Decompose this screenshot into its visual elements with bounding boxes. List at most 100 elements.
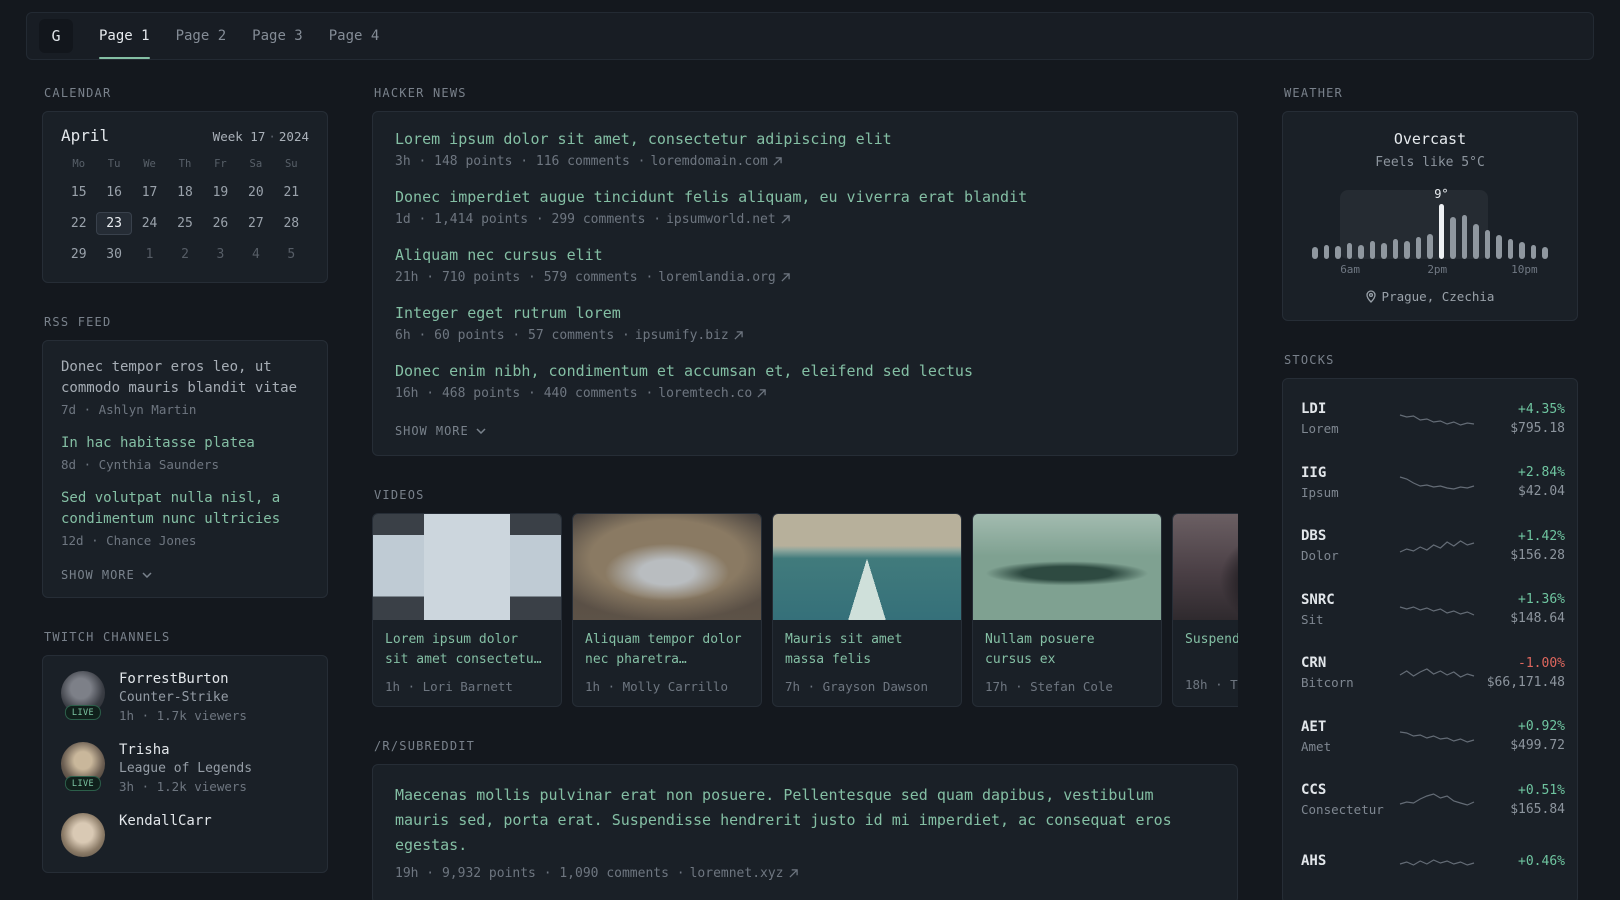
video-meta: 7h · Grayson Dawson <box>785 679 928 695</box>
rss-show-more-button[interactable]: SHOW MORE <box>61 568 152 582</box>
external-link-icon <box>757 389 766 398</box>
stock-row[interactable]: CRN Bitcorn -1.00% $66,171.48 <box>1301 641 1565 705</box>
weather-widget-title: WEATHER <box>1284 86 1343 100</box>
video-title[interactable]: Mauris sit amet massa felis <box>773 620 961 670</box>
hackernews-item-title[interactable]: Donec imperdiet augue tincidunt felis al… <box>395 188 1215 206</box>
tab-page-2[interactable]: Page 2 <box>176 20 227 52</box>
subreddit-widget: /R/SUBREDDIT Maecenas mollis pulvinar er… <box>372 739 1238 900</box>
weather-card: Overcast Feels like 5°C 9° 6am 2pm 10pm <box>1282 111 1578 321</box>
video-thumbnail[interactable] <box>373 514 561 620</box>
stocks-card: LDI Lorem +4.35% $795.18 IIG Ipsum +2.84… <box>1282 378 1578 900</box>
rss-item-title[interactable]: Donec tempor eros leo, ut commodo mauris… <box>61 357 309 399</box>
hackernews-show-more-button[interactable]: SHOW MORE <box>395 424 486 438</box>
videos-row: Lorem ipsum dolor sit amet consectetu… 1… <box>372 513 1238 708</box>
twitch-channel-row[interactable]: KendallCarr <box>61 813 309 857</box>
subreddit-meta-text: 19h · 9,932 points · 1,090 comments · <box>395 865 685 881</box>
calendar-day: 30 <box>106 247 122 262</box>
video-thumbnail[interactable] <box>773 514 961 620</box>
stock-price: $156.28 <box>1510 547 1565 563</box>
hackernews-item-meta: 3h · 148 points · 116 comments · loremdo… <box>395 154 1215 169</box>
stock-change: +2.84% <box>1518 465 1565 481</box>
stock-row[interactable]: AET Amet +0.92% $499.72 <box>1301 705 1565 769</box>
hackernews-source-link[interactable]: ipsumworld.net <box>666 212 776 227</box>
video-meta: 1h · Lori Barnett <box>385 679 513 695</box>
calendar-day: 5 <box>287 247 296 262</box>
stock-name: Lorem <box>1301 421 1339 437</box>
weather-bar <box>1473 224 1479 259</box>
weather-bar <box>1484 230 1491 259</box>
video-title[interactable]: Lorem ipsum dolor sit amet consectetu… <box>373 620 561 670</box>
stock-info: CCS Consectetur <box>1301 782 1399 817</box>
hackernews-item-title[interactable]: Lorem ipsum dolor sit amet, consectetur … <box>395 130 1215 148</box>
twitch-avatar-wrap: LIVE <box>61 742 105 791</box>
hackernews-source-link[interactable]: loremlandia.org <box>658 270 775 285</box>
rss-item: Donec tempor eros leo, ut commodo mauris… <box>61 357 309 417</box>
rss-item-title[interactable]: Sed volutpat nulla nisl, a condimentum n… <box>61 488 309 530</box>
stock-row[interactable]: CCS Consectetur +0.51% $165.84 <box>1301 768 1565 832</box>
middle-column: HACKER NEWS Lorem ipsum dolor sit amet, … <box>372 86 1238 900</box>
stock-info: LDI Lorem <box>1301 401 1399 436</box>
weather-bar <box>1335 246 1341 259</box>
video-card: Suspendisse diam 18h · Tara <box>1172 513 1238 708</box>
external-link-icon <box>773 157 782 166</box>
video-title[interactable]: Nullam posuere cursus ex <box>973 620 1161 670</box>
tab-page-4[interactable]: Page 4 <box>329 20 380 52</box>
stock-values: -1.00% $66,171.48 <box>1475 656 1565 690</box>
video-meta: 17h · Stefan Cole <box>985 679 1113 695</box>
left-column: CALENDAR April Week 17 · 2024 Mo Tu We Th … <box>42 86 328 900</box>
stock-row[interactable]: SNRC Sit +1.36% $148.64 <box>1301 578 1565 642</box>
video-card: Lorem ipsum dolor sit amet consectetu… 1… <box>372 513 562 708</box>
subreddit-post-meta: 19h · 9,932 points · 1,090 comments · lo… <box>395 866 1215 881</box>
rss-widget-title: RSS FEED <box>44 315 112 329</box>
calendar-grid: Mo Tu We Th Fr Sa Su 15 16 17 18 19 20 2… <box>61 158 309 266</box>
calendar-day: 19 <box>212 185 229 200</box>
calendar-day: 2 <box>181 247 189 262</box>
weather-feels-like: Feels like 5°C <box>1375 155 1485 170</box>
stock-name: Ipsum <box>1301 484 1339 500</box>
calendar-dow: We <box>143 158 156 170</box>
tab-page-3[interactable]: Page 3 <box>252 20 303 52</box>
video-thumbnail[interactable] <box>1173 514 1238 620</box>
stock-row[interactable]: DBS Dolor +1.42% $156.28 <box>1301 514 1565 578</box>
hackernews-item-title[interactable]: Donec enim nibh, condimentum et accumsan… <box>395 362 1215 380</box>
twitch-avatar-wrap <box>61 813 105 857</box>
calendar-card: April Week 17 · 2024 Mo Tu We Th Fr Sa Su … <box>42 111 328 283</box>
video-card: Aliquam tempor dolor nec pharetra… 1h · … <box>572 513 762 708</box>
stock-price: $499.72 <box>1510 738 1565 754</box>
stock-row[interactable]: IIG Ipsum +2.84% $42.04 <box>1301 451 1565 515</box>
twitch-channel-row[interactable]: LIVE ForrestBurton Counter-Strike 1h · 1… <box>61 671 309 723</box>
video-thumbnail[interactable] <box>973 514 1161 620</box>
twitch-widget: TWITCH CHANNELS LIVE ForrestBurton Count… <box>42 630 328 873</box>
hackernews-item: Donec enim nibh, condimentum et accumsan… <box>395 362 1215 401</box>
hackernews-item-title[interactable]: Integer eget rutrum lorem <box>395 304 1215 322</box>
hackernews-source-link[interactable]: loremtech.co <box>658 386 752 401</box>
video-card: Nullam posuere cursus ex 17h · Stefan Co… <box>972 513 1162 708</box>
video-title[interactable]: Suspendisse diam <box>1173 620 1238 668</box>
calendar-year-label: 2024 <box>278 129 309 144</box>
video-title[interactable]: Aliquam tempor dolor nec pharetra… <box>573 620 761 670</box>
hackernews-source-link[interactable]: loremdomain.com <box>650 154 767 169</box>
videos-widget-title: VIDEOS <box>374 488 425 502</box>
calendar-day: 25 <box>177 216 193 231</box>
hackernews-meta-text: 1d · 1,414 points · 299 comments · <box>395 212 662 227</box>
calendar-day: 22 <box>70 216 87 231</box>
subreddit-post-title[interactable]: Maecenas mollis pulvinar erat non posuer… <box>395 783 1215 857</box>
twitch-channel-name: Trisha <box>119 742 170 758</box>
video-thumbnail[interactable] <box>573 514 761 620</box>
app-logo[interactable]: G <box>39 19 73 53</box>
stock-row[interactable]: AHS +0.46% <box>1301 832 1565 896</box>
twitch-channel-row[interactable]: LIVE Trisha League of Legends 3h · 1.2k … <box>61 742 309 794</box>
weather-highlight-temp: 9° <box>1434 186 1449 201</box>
live-badge: LIVE <box>64 705 102 720</box>
rss-item-meta: 8d · Cynthia Saunders <box>61 457 220 472</box>
calendar-dow: Th <box>178 158 192 170</box>
stock-sparkline <box>1399 468 1475 496</box>
stock-row[interactable]: LDI Lorem +4.35% $795.18 <box>1301 387 1565 451</box>
hackernews-source-link[interactable]: ipsumify.biz <box>635 328 729 343</box>
rss-item-title[interactable]: In hac habitasse platea <box>61 433 309 454</box>
subreddit-source-link[interactable]: loremnet.xyz <box>690 866 784 881</box>
tab-page-1[interactable]: Page 1 <box>99 20 150 59</box>
hackernews-item-title[interactable]: Aliquam nec cursus elit <box>395 246 1215 264</box>
stock-name: Consectetur <box>1301 802 1384 818</box>
chevron-down-icon <box>142 572 152 578</box>
